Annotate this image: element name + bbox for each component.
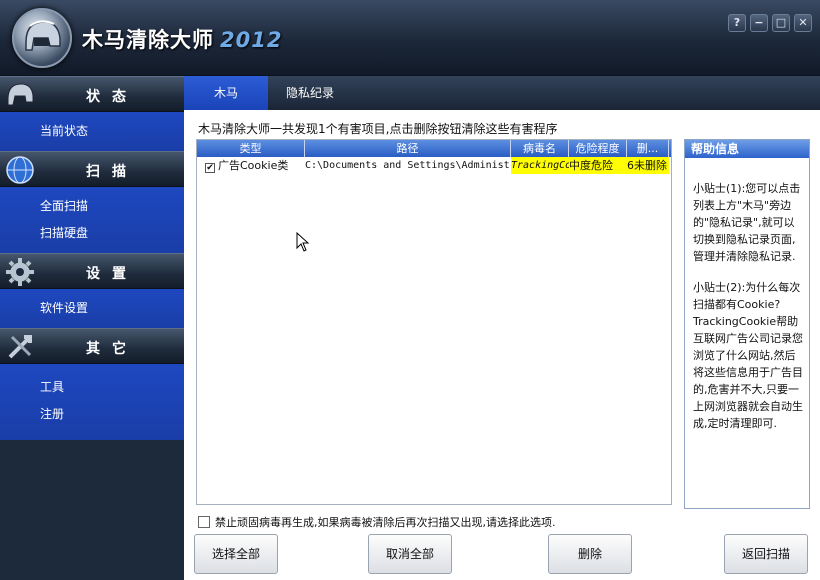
sidebar-item-current-status[interactable]: 当前状态 bbox=[0, 118, 184, 145]
sidebar-section-status[interactable]: 状态 bbox=[0, 76, 184, 112]
sidebar-item-software-settings[interactable]: 软件设置 bbox=[0, 295, 184, 322]
main-panel: 木马 隐私纪录 木马清除大师一共发现1个有害项目,点击删除按钮清除这些有害程序 … bbox=[184, 76, 820, 580]
cell-virus-name: TrackingCo bbox=[511, 157, 569, 174]
option-label: 禁止顽固病毒再生成,如果病毒被清除后再次扫描又出现,请选择此选项. bbox=[215, 516, 556, 529]
title-bar: 木马清除大师 2012 ? − □ ✕ bbox=[0, 0, 820, 76]
cell-type-text: 广告Cookie类 bbox=[218, 159, 289, 172]
back-to-scan-button[interactable]: 返回扫描 bbox=[724, 534, 808, 574]
sidebar-item-tools[interactable]: 工具 bbox=[0, 374, 184, 401]
app-logo bbox=[12, 8, 72, 68]
sidebar-section-settings[interactable]: 设置 bbox=[0, 253, 184, 289]
help-tip-1: 小贴士(1):您可以点击列表上方"木马"旁边的"隐私记录",就可以切换到隐私记录… bbox=[693, 182, 801, 263]
app-title: 木马清除大师 2012 bbox=[82, 24, 282, 54]
table-header: 类型 路径 病毒名 危险程度 删... bbox=[197, 140, 671, 157]
mouse-cursor-icon bbox=[296, 232, 310, 252]
sidebar-section-other[interactable]: 其它 bbox=[0, 328, 184, 364]
row-checkbox[interactable]: ✔ bbox=[205, 163, 215, 173]
column-header-type[interactable]: 类型 bbox=[197, 140, 305, 157]
column-header-virus-name[interactable]: 病毒名 bbox=[511, 140, 569, 157]
sidebar-section-label: 其它 bbox=[86, 341, 138, 357]
results-table[interactable]: 类型 路径 病毒名 危险程度 删... ✔ 广告Cookie类 C:\Docume… bbox=[196, 139, 672, 505]
close-button[interactable]: ✕ bbox=[794, 14, 812, 32]
scan-summary: 木马清除大师一共发现1个有害项目,点击删除按钮清除这些有害程序 bbox=[198, 122, 558, 136]
tab-privacy-records[interactable]: 隐私纪录 bbox=[268, 76, 352, 110]
delete-button[interactable]: 删除 bbox=[548, 534, 632, 574]
help-title: 帮助信息 bbox=[685, 140, 809, 158]
sidebar-section-label: 扫描 bbox=[86, 164, 138, 180]
window-controls: ? − □ ✕ bbox=[728, 14, 812, 32]
block-regeneration-option[interactable]: 禁止顽固病毒再生成,如果病毒被清除后再次扫描又出现,请选择此选项. bbox=[198, 514, 556, 530]
sidebar-section-label: 设置 bbox=[86, 266, 138, 282]
tools-icon bbox=[8, 335, 32, 359]
sidebar: 状态 当前状态 扫描 全面扫描 扫描硬盘 设置 软件设置 其它 工具 注册 bbox=[0, 76, 184, 580]
sidebar-section-scan[interactable]: 扫描 bbox=[0, 151, 184, 187]
help-text: 小贴士(1):您可以点击列表上方"木马"旁边的"隐私记录",就可以切换到隐私记录… bbox=[685, 158, 809, 432]
app-title-text: 木马清除大师 bbox=[82, 28, 214, 52]
tab-bar: 木马 隐私纪录 bbox=[184, 76, 820, 110]
table-row[interactable]: ✔ 广告Cookie类 C:\Documents and Settings\Adm… bbox=[197, 157, 671, 174]
help-tip-2: 小贴士(2):为什么每次扫描都有Cookie? TrackingCookie帮助… bbox=[693, 281, 803, 430]
help-button[interactable]: ? bbox=[728, 14, 746, 32]
help-panel: 帮助信息 小贴士(1):您可以点击列表上方"木马"旁边的"隐私记录",就可以切换… bbox=[684, 139, 810, 509]
sidebar-item-full-scan[interactable]: 全面扫描 bbox=[0, 193, 184, 220]
deselect-all-button[interactable]: 取消全部 bbox=[368, 534, 452, 574]
helmet-logo-icon bbox=[25, 20, 61, 51]
cell-delete-status: 6未删除 bbox=[627, 157, 669, 174]
column-header-risk-level[interactable]: 危险程度 bbox=[569, 140, 627, 157]
option-checkbox[interactable] bbox=[198, 516, 210, 528]
cell-type: ✔ 广告Cookie类 bbox=[197, 157, 305, 174]
sidebar-section-label: 状态 bbox=[86, 89, 138, 105]
column-header-delete[interactable]: 删... bbox=[627, 140, 669, 157]
sidebar-section-body: 工具 注册 bbox=[0, 364, 184, 440]
app-year: 2012 bbox=[220, 28, 283, 52]
gear-icon bbox=[6, 258, 34, 286]
sidebar-item-register[interactable]: 注册 bbox=[0, 401, 184, 428]
sidebar-section-body: 当前状态 bbox=[0, 112, 184, 151]
column-header-path[interactable]: 路径 bbox=[305, 140, 511, 157]
sidebar-section-body: 软件设置 bbox=[0, 289, 184, 328]
globe-icon bbox=[6, 156, 34, 184]
sidebar-section-body: 全面扫描 扫描硬盘 bbox=[0, 187, 184, 253]
minimize-button[interactable]: − bbox=[750, 14, 768, 32]
sidebar-item-scan-disk[interactable]: 扫描硬盘 bbox=[0, 220, 184, 247]
cell-risk-level: 中度危险 bbox=[569, 157, 627, 174]
cell-path: C:\Documents and Settings\Administ bbox=[305, 160, 510, 171]
select-all-button[interactable]: 选择全部 bbox=[194, 534, 278, 574]
helmet-icon bbox=[7, 83, 34, 106]
tab-trojan[interactable]: 木马 bbox=[184, 76, 268, 110]
maximize-button[interactable]: □ bbox=[772, 14, 790, 32]
